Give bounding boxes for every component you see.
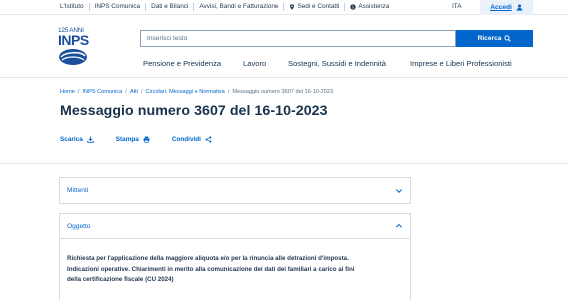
oggetto-text-line: Indicazioni operative. Chiarimenti in me…	[67, 265, 355, 273]
search-input[interactable]: Inserisci testo	[140, 30, 456, 47]
download-button[interactable]: Scarica	[60, 136, 94, 143]
breadcrumb-atti[interactable]: Atti	[130, 89, 138, 95]
share-button[interactable]: Condividi	[172, 136, 212, 143]
utility-link-dati-bilanci[interactable]: Dati e Bilanci	[146, 3, 195, 11]
share-icon	[205, 136, 212, 143]
logo-inps-text: INPS	[58, 32, 89, 48]
oggetto-text-line: Richiesta per l'applicazione della maggi…	[67, 255, 349, 262]
utility-link-label: Avvisi, Bandi e Fatturazione	[199, 3, 279, 10]
nav-item-lavoro[interactable]: Lavoro	[243, 59, 266, 68]
breadcrumb-separator: /	[227, 89, 230, 95]
download-icon	[86, 136, 94, 143]
breadcrumb-current: Messaggio numero 3607 del 16-10-2023	[232, 89, 334, 95]
login-label: Accedi	[490, 4, 512, 11]
page-actions: Scarica Stampa Condividi	[60, 136, 234, 143]
utility-nav: L'Istituto INPS Comunica Dati e Bilanci …	[60, 3, 394, 11]
print-icon	[143, 136, 150, 143]
utility-link-istituto[interactable]: L'Istituto	[60, 3, 90, 11]
breadcrumb-inps-comunica[interactable]: INPS Comunica	[82, 89, 122, 95]
top-utility-bar: L'Istituto INPS Comunica Dati e Bilanci …	[0, 0, 568, 15]
breadcrumb-separator: /	[140, 89, 143, 95]
accordion-oggetto-header[interactable]: Oggetto	[60, 214, 410, 239]
print-button[interactable]: Stampa	[116, 136, 150, 143]
login-button[interactable]: Accedi	[480, 0, 533, 15]
user-icon	[516, 4, 523, 11]
utility-link-label: Sedi e Contatti	[297, 3, 340, 10]
accordion-oggetto-body: Richiesta per l'applicazione della maggi…	[60, 239, 410, 286]
accordion-mittenti: Mittenti	[59, 177, 411, 204]
main-navigation: Pensione e Previdenza Lavoro Sostegni, S…	[0, 56, 568, 72]
accordion-oggetto: Oggetto Richiesta per l'applicazione del…	[59, 213, 411, 300]
chevron-up-icon	[395, 223, 403, 228]
print-label: Stampa	[115, 136, 139, 143]
utility-link-label: INPS Comunica	[94, 3, 141, 10]
chevron-down-icon	[395, 188, 403, 193]
share-label: Condividi	[171, 136, 201, 143]
breadcrumb-separator: /	[77, 89, 80, 95]
language-selector[interactable]: ITA	[452, 3, 461, 10]
utility-link-label: Dati e Bilanci	[151, 3, 189, 10]
search-button-label: Ricerca	[477, 35, 502, 42]
download-label: Scarica	[60, 136, 83, 143]
accordion-oggetto-label: Oggetto	[67, 222, 91, 230]
nav-item-imprese[interactable]: Imprese e Liberi Professionisti	[410, 59, 512, 68]
info-icon	[350, 4, 357, 10]
section-divider	[0, 163, 568, 164]
breadcrumb-circolari[interactable]: Circolari, Messaggi e Normativa	[146, 89, 225, 95]
utility-link-assistenza[interactable]: Assistenza	[345, 3, 394, 11]
nav-divider	[0, 77, 568, 78]
map-pin-icon	[290, 4, 295, 10]
breadcrumb-home[interactable]: Home	[60, 89, 75, 95]
accordion-mittenti-header[interactable]: Mittenti	[60, 178, 410, 203]
utility-link-label: Assistenza	[358, 3, 390, 10]
breadcrumb-separator: /	[125, 89, 127, 95]
search-icon	[504, 35, 512, 42]
nav-item-sostegni[interactable]: Sostegni, Sussidi e Indennità	[288, 59, 386, 68]
utility-link-label: L'Istituto	[60, 3, 84, 10]
page-title: Messaggio numero 3607 del 16-10-2023	[60, 103, 328, 119]
nav-item-pensione[interactable]: Pensione e Previdenza	[143, 59, 221, 68]
utility-link-avvisi[interactable]: Avvisi, Bandi e Fatturazione	[194, 3, 285, 11]
search-button[interactable]: Ricerca	[456, 30, 533, 47]
utility-link-sedi[interactable]: Sedi e Contatti	[284, 3, 346, 11]
utility-link-inps-comunica[interactable]: INPS Comunica	[90, 3, 147, 11]
breadcrumb: Home / INPS Comunica / Atti / Circolari, Me…	[60, 89, 333, 95]
accordion-mittenti-label: Mittenti	[67, 187, 89, 194]
oggetto-text-line: della certificazione fiscale (CU 2024)	[67, 276, 174, 283]
